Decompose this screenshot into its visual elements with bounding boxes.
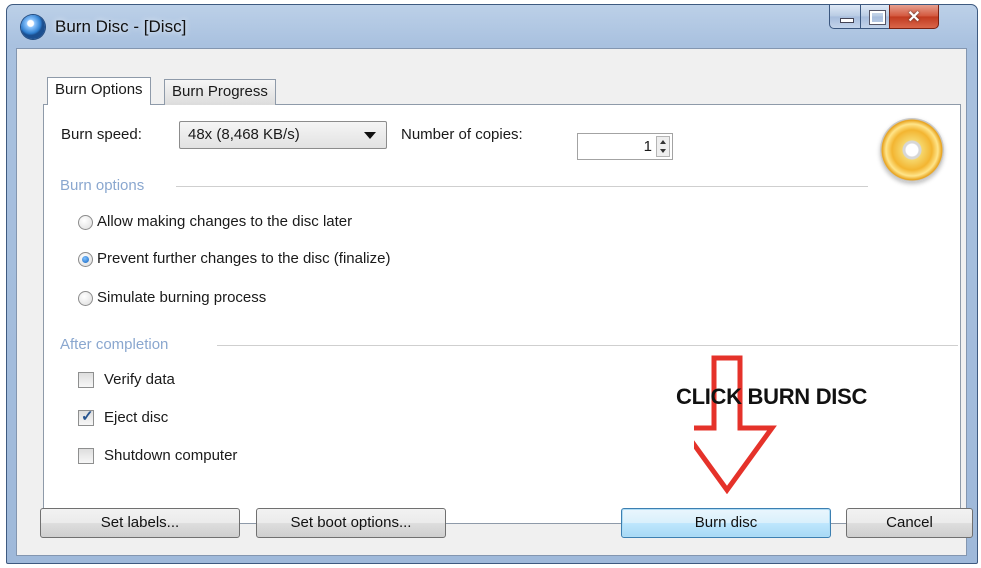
- stepper-arrows[interactable]: [656, 136, 670, 157]
- burn-speed-value: 48x (8,468 KB/s): [188, 126, 300, 143]
- burn-disc-button[interactable]: Burn disc: [621, 508, 831, 538]
- copies-stepper[interactable]: 1: [577, 133, 673, 160]
- burn-options-group-label: Burn options: [60, 177, 145, 194]
- checkbox-eject-disc[interactable]: ✓: [78, 408, 94, 426]
- checkbox-shutdown-computer-label[interactable]: Shutdown computer: [104, 447, 237, 464]
- radio-simulate-burning[interactable]: [78, 291, 93, 306]
- set-boot-options-button[interactable]: Set boot options...: [256, 508, 446, 538]
- close-icon: ✕: [907, 9, 921, 26]
- chevron-down-icon: [364, 132, 376, 139]
- click-burn-disc-annotation: CLICK BURN DISC: [676, 384, 868, 409]
- set-labels-button[interactable]: Set labels...: [40, 508, 240, 538]
- checkbox-verify-data[interactable]: [78, 372, 94, 388]
- window-title: Burn Disc - [Disc]: [55, 17, 187, 36]
- radio-prevent-changes-label[interactable]: Prevent further changes to the disc (fin…: [97, 250, 390, 267]
- golden-disc-icon: [880, 118, 944, 182]
- maximize-icon: [869, 10, 886, 25]
- close-button[interactable]: ✕: [889, 5, 939, 29]
- checkmark-icon: ✓: [81, 408, 94, 425]
- radio-allow-changes-label[interactable]: Allow making changes to the disc later: [97, 213, 352, 230]
- after-completion-group-label: After completion: [60, 336, 169, 353]
- title-bar[interactable]: Burn Disc - [Disc] ✕: [7, 5, 977, 49]
- tab-burn-progress[interactable]: Burn Progress: [164, 79, 276, 105]
- checkbox-verify-data-label[interactable]: Verify data: [104, 371, 175, 388]
- increment-icon[interactable]: [660, 140, 666, 144]
- decrement-icon[interactable]: [660, 149, 666, 153]
- disc-burn-app-icon: [21, 15, 45, 39]
- burn-speed-label: Burn speed:: [61, 126, 142, 143]
- burn-options-divider: [176, 186, 868, 187]
- maximize-button[interactable]: [860, 5, 890, 29]
- red-down-arrow-icon: [694, 355, 777, 494]
- radio-simulate-burning-label[interactable]: Simulate burning process: [97, 289, 266, 306]
- after-completion-divider: [217, 345, 958, 346]
- minimize-button[interactable]: [829, 5, 861, 29]
- radio-prevent-changes[interactable]: [78, 252, 93, 267]
- burn-speed-dropdown[interactable]: 48x (8,468 KB/s): [179, 121, 387, 149]
- radio-allow-changes[interactable]: [78, 215, 93, 230]
- checkbox-shutdown-computer[interactable]: [78, 448, 94, 464]
- copies-value: 1: [643, 138, 652, 155]
- checkbox-eject-disc-label[interactable]: Eject disc: [104, 409, 168, 426]
- minimize-icon: [840, 18, 854, 23]
- copies-label: Number of copies:: [401, 126, 523, 143]
- cancel-button[interactable]: Cancel: [846, 508, 973, 538]
- tab-burn-options[interactable]: Burn Options: [47, 77, 151, 105]
